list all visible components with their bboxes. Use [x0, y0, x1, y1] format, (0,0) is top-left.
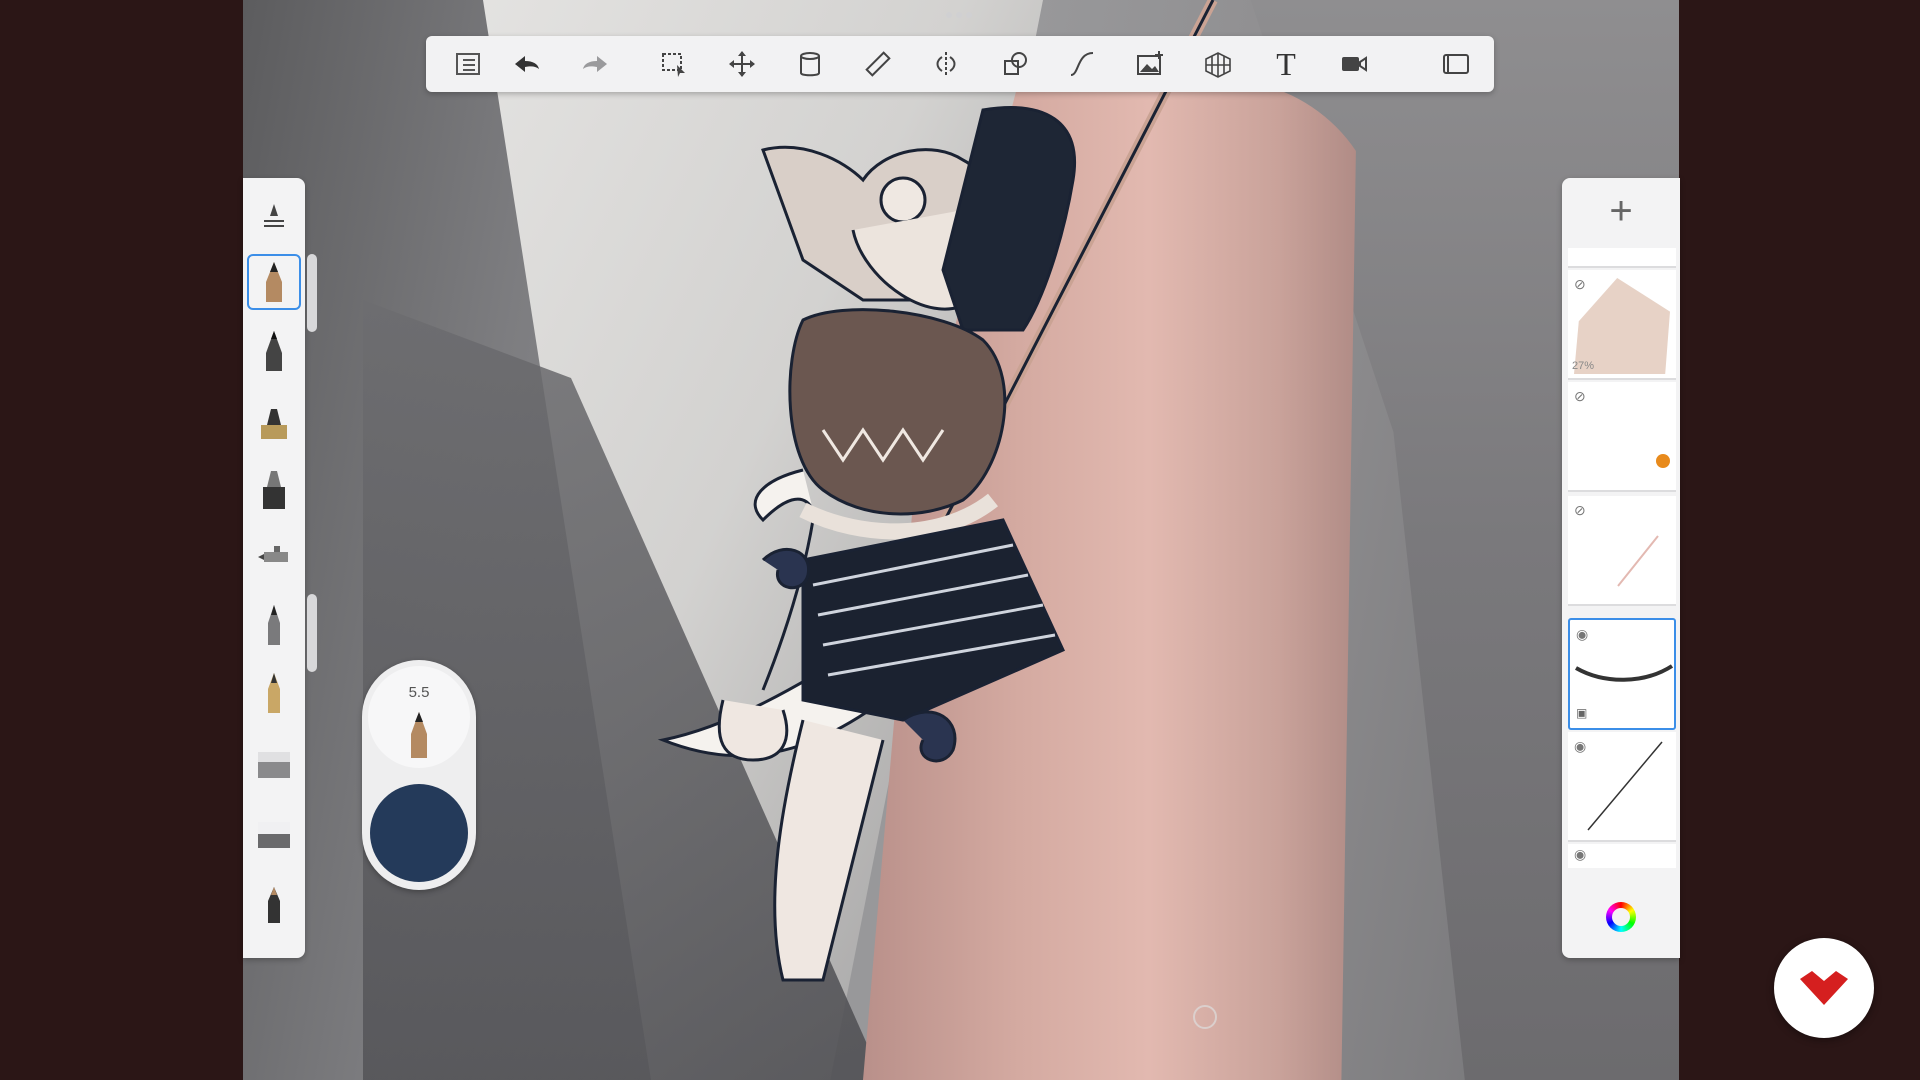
smudge-brush-icon[interactable] [247, 878, 301, 932]
soft-eraser-icon[interactable] [247, 808, 301, 862]
curve-icon[interactable] [1062, 44, 1102, 84]
layer-5-preview [1587, 741, 1663, 831]
visible-eye-icon[interactable]: ◉ [1574, 846, 1586, 863]
record-icon[interactable] [1334, 44, 1374, 84]
brush-settings-icon[interactable] [247, 188, 301, 242]
layer-lock-icon: ▣ [1576, 706, 1588, 720]
canvas-grip-icon[interactable] [1193, 1005, 1217, 1029]
text-icon[interactable]: T [1266, 44, 1306, 84]
opacity-slider[interactable] [307, 594, 317, 672]
layer-thumbnail-3[interactable]: ⊘ [1568, 496, 1676, 606]
brush-palette [243, 178, 305, 958]
hard-eraser-icon[interactable] [247, 738, 301, 792]
perspective-icon[interactable] [1198, 44, 1238, 84]
add-layer-button[interactable]: + [1562, 178, 1680, 244]
fountain-pen-icon[interactable] [247, 666, 301, 720]
airbrush-icon[interactable] [247, 530, 301, 584]
import-image-icon[interactable] [1130, 44, 1170, 84]
size-slider[interactable] [307, 254, 317, 332]
inking-pen-icon[interactable] [247, 394, 301, 448]
transform-icon[interactable] [722, 44, 762, 84]
ruler-icon[interactable] [858, 44, 898, 84]
hidden-eye-icon[interactable]: ⊘ [1574, 276, 1586, 293]
paintbrush-icon[interactable] [247, 598, 301, 652]
shapes-icon[interactable] [996, 44, 1036, 84]
layer-thumbnail-2[interactable]: ⊘ [1568, 382, 1676, 492]
layer-color-dot [1656, 454, 1670, 468]
redo-icon[interactable] [576, 44, 616, 84]
brush-size-control[interactable]: 5.5 [368, 666, 470, 768]
graphite-pencil-icon[interactable] [247, 324, 301, 378]
logo-mark-icon [1800, 971, 1848, 1005]
selection-icon[interactable] [654, 44, 694, 84]
symmetry-icon[interactable] [926, 44, 966, 84]
current-brush-icon [411, 712, 427, 758]
brush-size-value: 5.5 [408, 684, 430, 701]
layer-4-preview [1575, 664, 1674, 682]
hidden-eye-icon[interactable]: ⊘ [1574, 388, 1586, 405]
layer-opacity-label: 27% [1572, 360, 1595, 372]
layer-partial-top[interactable] [1568, 248, 1676, 268]
brush-puck[interactable]: 5.5 [362, 660, 476, 890]
fill-icon[interactable] [790, 44, 830, 84]
undo-icon[interactable] [506, 44, 546, 84]
current-color-swatch[interactable] [370, 784, 468, 882]
layer-thumbnail-1[interactable]: ⊘ 27% [1568, 270, 1676, 380]
layer-thumbnail-5[interactable]: ◉ [1568, 732, 1676, 842]
brand-logo [1774, 938, 1874, 1038]
canvas-area[interactable] [243, 0, 1679, 1080]
pencil-brush-icon[interactable] [247, 254, 301, 310]
layers-panel: + ⊘ 27% ⊘ ⊘ ◉ ▣ ◉ ◉ [1562, 178, 1680, 958]
toolbar-grip-icon[interactable] [946, 12, 976, 20]
layer-3-preview [1617, 535, 1659, 587]
color-wheel-icon[interactable] [1606, 902, 1636, 932]
marker-icon[interactable] [247, 462, 301, 516]
layers-list-icon[interactable] [448, 44, 488, 84]
hidden-eye-icon[interactable]: ⊘ [1574, 502, 1586, 519]
visible-eye-icon[interactable]: ◉ [1576, 626, 1588, 643]
layer-partial-bottom[interactable]: ◉ [1568, 844, 1676, 868]
fullscreen-icon[interactable] [1436, 44, 1476, 84]
main-toolbar: T [426, 36, 1494, 92]
tattoo-artwork [657, 0, 1218, 982]
layer-thumbnail-4-selected[interactable]: ◉ ▣ [1568, 618, 1676, 730]
